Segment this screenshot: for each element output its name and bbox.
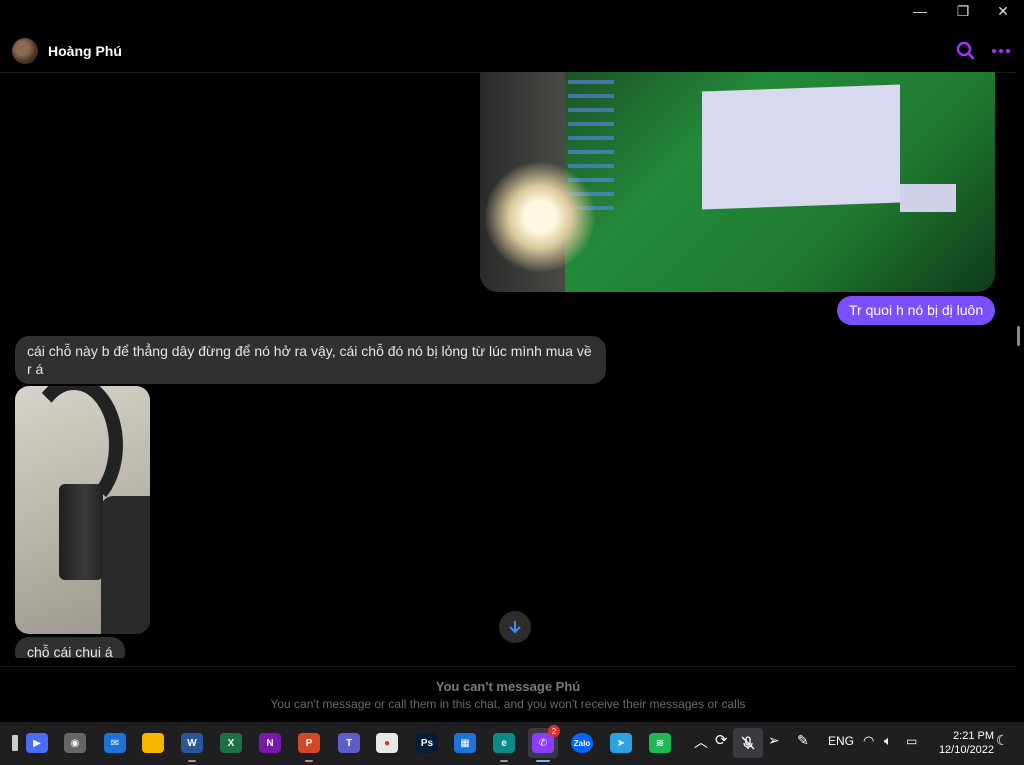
taskbar-app-zoom[interactable]: ▶ xyxy=(22,728,52,758)
taskbar-app-word[interactable]: W xyxy=(177,728,207,762)
outgoing-message[interactable]: Tr quoi h nó bị dị luôn xyxy=(837,296,996,325)
notice-title: You can't message Phú xyxy=(435,679,581,694)
sync-icon[interactable]: ⟳ xyxy=(715,731,728,749)
photo-window xyxy=(702,84,900,210)
taskbar-app-onenote[interactable]: N xyxy=(255,728,285,758)
taskbar-app-calendar[interactable]: ▦ xyxy=(450,728,480,758)
window-icon xyxy=(12,735,18,751)
camera-icon: ◉ xyxy=(64,733,86,753)
taskbar-app-camera[interactable]: ◉ xyxy=(60,728,90,758)
incoming-message[interactable]: chỗ cái chui á xyxy=(15,637,125,658)
more-options-icon[interactable] xyxy=(990,40,1012,62)
taskbar: ▶ ◉ ✉ W X N P T ● Ps ▦ e ✆ 2 Zalo ➤ ≋ ︿ ⟳ ➢ ✎ ENG ◠ 🔈︎ ▭… xyxy=(0,722,1024,765)
wifi-icon[interactable]: ◠ xyxy=(863,733,874,749)
chrome-icon: ● xyxy=(376,733,398,753)
photo-plug xyxy=(59,484,103,580)
search-icon[interactable] xyxy=(955,40,977,62)
onenote-icon: N xyxy=(259,733,281,753)
taskbar-app-powerpoint[interactable]: P xyxy=(294,728,324,762)
zalo-icon: Zalo xyxy=(571,733,593,753)
taskbar-app-edge[interactable]: e xyxy=(489,728,519,762)
taskbar-app-mail[interactable]: ✉ xyxy=(100,728,130,758)
telegram-icon: ➤ xyxy=(610,733,632,753)
taskbar-app-chrome[interactable]: ● xyxy=(372,728,402,758)
mic-muted-button[interactable] xyxy=(733,728,763,758)
photo-window-small xyxy=(900,184,956,212)
zoom-icon: ▶ xyxy=(26,733,48,753)
taskbar-app-teams[interactable]: T xyxy=(334,728,364,758)
clock[interactable]: 2:21 PM 12/10/2022 xyxy=(930,729,994,757)
volume-icon[interactable]: 🔈︎ xyxy=(884,733,892,749)
running-indicator xyxy=(188,760,196,762)
taskbar-app-spotify[interactable]: ≋ xyxy=(645,728,675,758)
taskbar-app-photoshop[interactable]: Ps xyxy=(412,728,442,758)
avatar[interactable] xyxy=(12,38,38,64)
powerpoint-icon: P xyxy=(298,733,320,753)
word-icon: W xyxy=(181,733,203,753)
clock-date: 12/10/2022 xyxy=(938,744,994,756)
running-indicator xyxy=(305,760,313,762)
running-indicator xyxy=(536,760,550,762)
contact-name[interactable]: Hoàng Phú xyxy=(48,43,122,59)
spotify-icon: ≋ xyxy=(649,733,671,753)
location-icon[interactable]: ➢ xyxy=(768,732,780,749)
scrollbar[interactable] xyxy=(1017,326,1020,346)
chevron-up-icon[interactable]: ︿ xyxy=(694,732,708,752)
sent-photo[interactable] xyxy=(480,72,995,292)
restore-button[interactable]: ❐ xyxy=(943,0,983,22)
scroll-to-bottom-button[interactable] xyxy=(499,611,531,643)
chat-header: Hoàng Phú xyxy=(0,28,1016,73)
photo-glare xyxy=(485,162,595,272)
close-window-button[interactable]: ✕ xyxy=(983,0,1023,22)
notice-subtitle: You can't message or call them in this c… xyxy=(270,697,746,711)
taskbar-app-messenger[interactable]: ✆ 2 xyxy=(528,725,560,762)
language-indicator[interactable]: ENG xyxy=(828,734,854,748)
clock-time: 2:21 PM xyxy=(953,730,994,742)
battery-icon[interactable]: ▭ xyxy=(906,734,917,748)
taskbar-app-excel[interactable]: X xyxy=(216,728,246,758)
blocked-notice: You can't message Phú You can't message … xyxy=(0,666,1016,719)
received-photo[interactable] xyxy=(15,386,150,634)
arrow-down-icon xyxy=(509,621,521,634)
mic-off-icon xyxy=(741,736,755,750)
file-explorer-icon xyxy=(142,733,164,753)
calendar-icon: ▦ xyxy=(454,733,476,753)
taskbar-app-telegram[interactable]: ➤ xyxy=(606,728,636,758)
incoming-message[interactable]: cái chỗ này b để thẳng dây đừng để nó hở… xyxy=(15,336,606,384)
notification-badge: 2 xyxy=(548,725,560,737)
excel-icon: X xyxy=(220,733,242,753)
message-thread: Tr quoi h nó bị dị luôn cái chỗ này b để… xyxy=(0,72,1016,658)
mail-icon: ✉ xyxy=(104,733,126,753)
running-indicator xyxy=(500,760,508,762)
edge-icon: e xyxy=(493,733,515,753)
taskbar-app-file-explorer[interactable] xyxy=(138,728,168,758)
photoshop-icon: Ps xyxy=(416,733,438,753)
night-mode-icon[interactable]: ☾ xyxy=(996,732,1009,749)
pen-icon[interactable]: ✎ xyxy=(797,732,809,749)
minimize-button[interactable]: — xyxy=(900,0,940,22)
teams-icon: T xyxy=(338,733,360,753)
photo-device xyxy=(101,496,150,634)
taskbar-app-zalo[interactable]: Zalo xyxy=(567,728,597,758)
